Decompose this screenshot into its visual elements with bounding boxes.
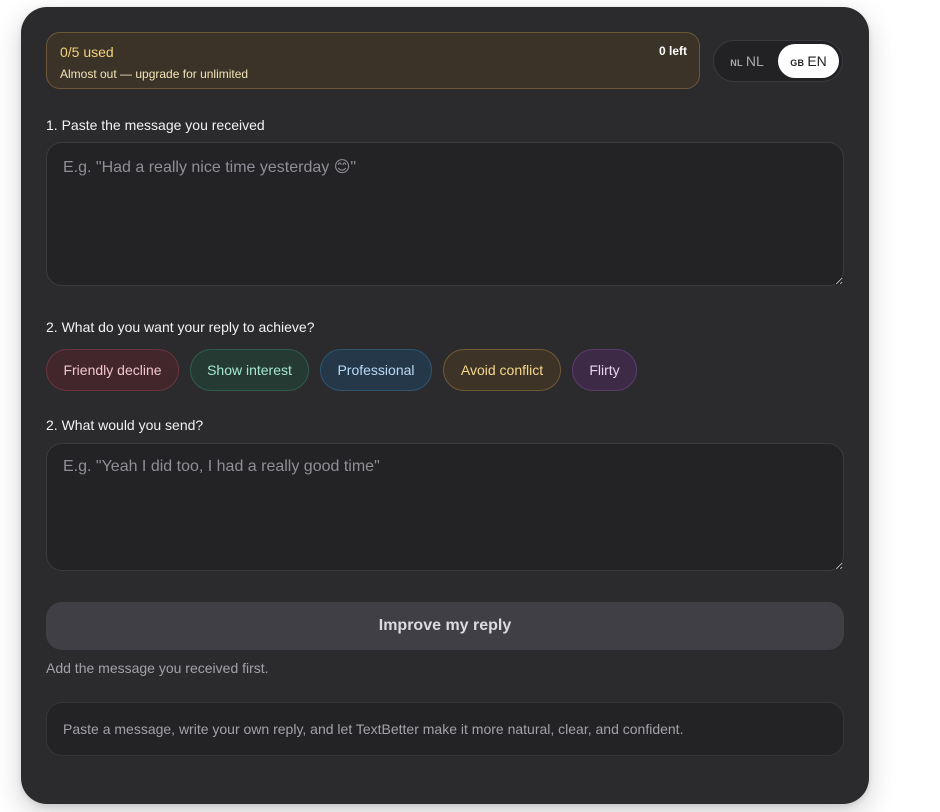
language-toggle: NL NL GB EN [713,40,843,82]
received-message-input[interactable] [46,142,844,286]
chip-flirty[interactable]: Flirty [572,349,637,391]
validation-hint: Add the message you received first. [46,660,269,676]
chip-professional[interactable]: Professional [320,349,432,391]
info-box: Paste a message, write your own reply, a… [46,702,844,756]
goal-label: 2. What do you want your reply to achiev… [46,319,315,335]
language-code-en: EN [807,53,827,69]
usage-remaining: 0 left [658,44,687,58]
language-option-en[interactable]: GB EN [778,44,839,78]
chip-show-interest[interactable]: Show interest [190,349,309,391]
received-message-label: 1. Paste the message you received [46,117,265,133]
usage-banner: 0/5 used 0 left Almost out — upgrade for… [46,32,700,89]
app-card: 0/5 used 0 left Almost out — upgrade for… [21,7,869,804]
draft-reply-label: 2. What would you send? [46,417,204,433]
language-option-nl[interactable]: NL NL [718,44,776,78]
language-code-nl: NL [745,53,764,69]
draft-reply-input[interactable] [46,443,844,571]
chip-friendly-decline[interactable]: Friendly decline [46,349,179,391]
upgrade-note: Almost out — upgrade for unlimited [60,67,249,81]
gb-flag-icon: GB [790,58,805,68]
chip-avoid-conflict[interactable]: Avoid conflict [443,349,561,391]
usage-count: 0/5 used [60,44,114,60]
improve-reply-button[interactable]: Improve my reply [46,602,844,650]
nl-flag-icon: NL [730,58,743,68]
